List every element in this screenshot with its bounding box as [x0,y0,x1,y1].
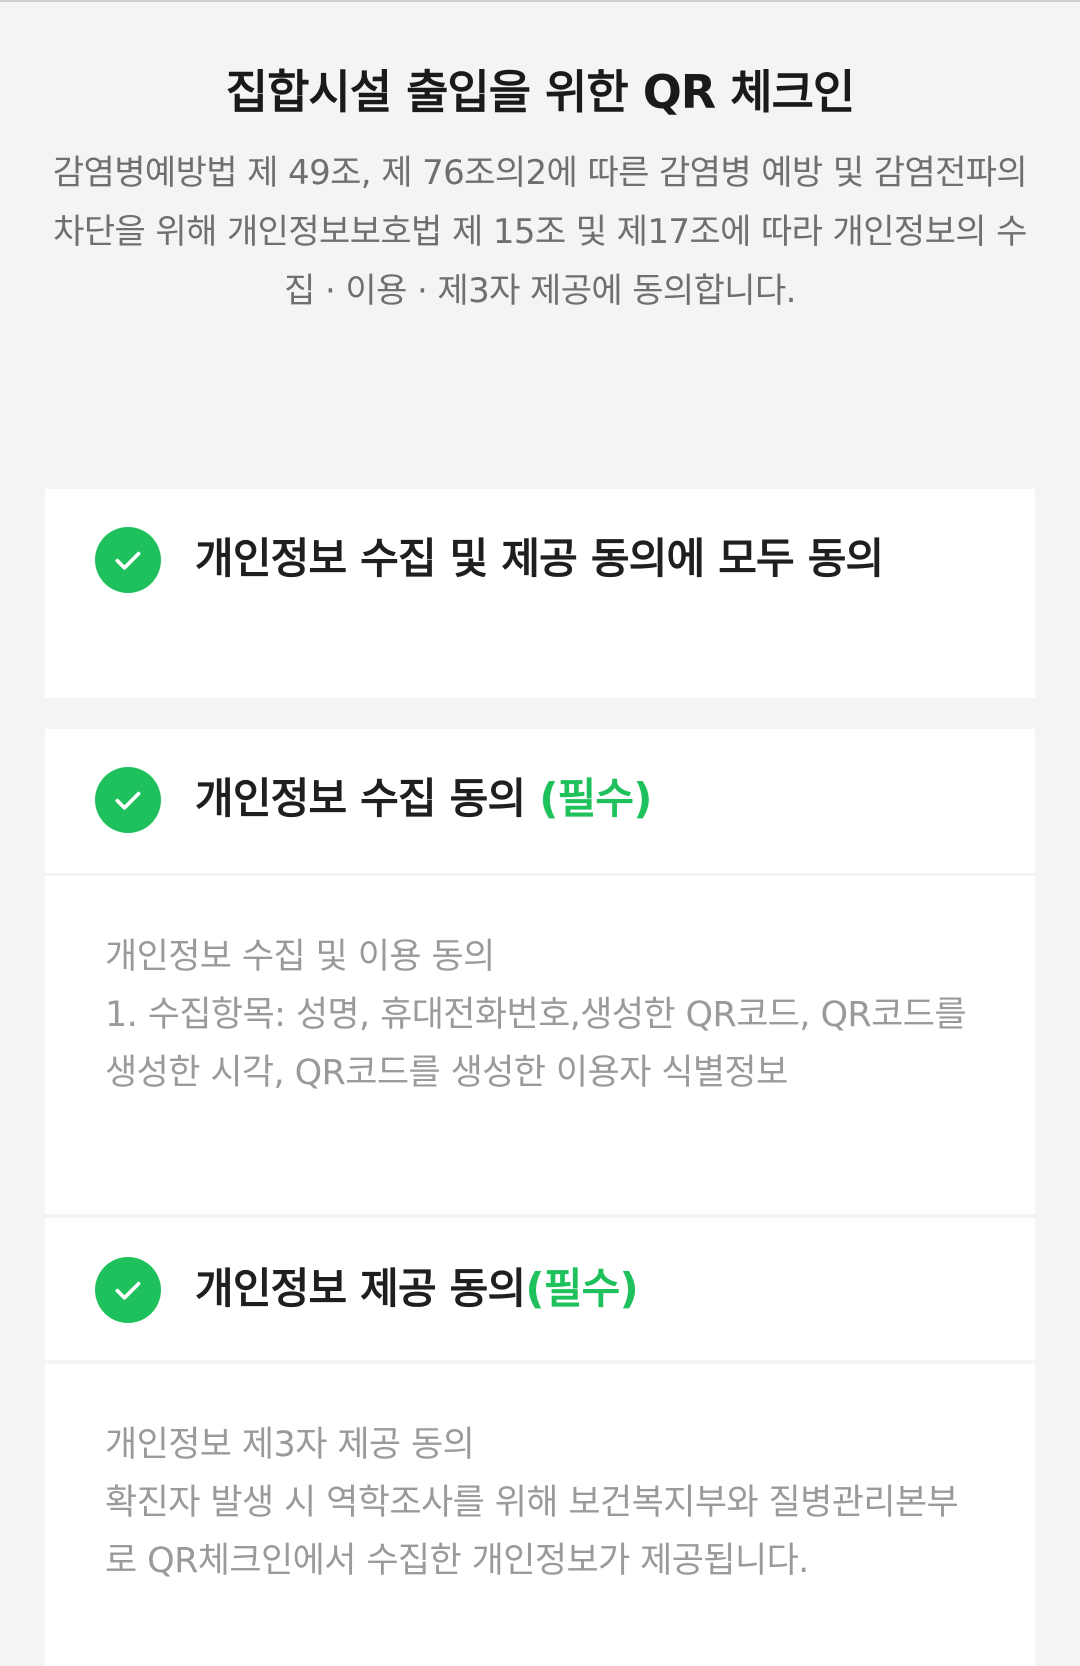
intro-text: 감염병예방법 제 49조, 제 76조의2에 따른 감염병 예방 및 감염전파의… [52,153,1028,311]
consent-provide-detail-title: 개인정보 제3자 제공 동의 [105,1425,475,1465]
check-circle-icon[interactable] [95,1257,161,1323]
required-badge: (필수) [525,1264,638,1313]
consent-collect-detail-body: 1. 수집항목: 성명, 휴대전화번호,생성한 QR코드, QR코드를 생성한 … [105,995,967,1093]
consent-provide-detail-text: 개인정보 제3자 제공 동의 확진자 발생 시 역학조사를 위해 보건복지부와 … [45,1364,1035,1590]
check-circle-icon[interactable] [95,767,161,833]
required-badge: (필수) [539,774,652,823]
consent-provide-row[interactable]: 개인정보 제공 동의(필수) [45,1257,1035,1323]
agree-all-card[interactable]: 개인정보 수집 및 제공 동의에 모두 동의 [45,489,1035,698]
consent-collect-card[interactable]: 개인정보 수집 동의 (필수) [45,729,1035,873]
consent-collect-detail: 개인정보 수집 및 이용 동의 1. 수집항목: 성명, 휴대전화번호,생성한 … [45,876,1035,1214]
page-title: 집합시설 출입을 위한 QR 체크인 [225,65,855,119]
consent-provide-label-text: 개인정보 제공 동의 [195,1264,526,1313]
consent-provide-detail-body: 확진자 발생 시 역학조사를 위해 보건복지부와 질병관리본부로 QR체크인에서… [105,1483,959,1581]
consent-collect-label-text: 개인정보 수집 동의 [195,774,540,823]
consent-collect-row[interactable]: 개인정보 수집 동의 (필수) [45,767,1035,833]
agree-all-row[interactable]: 개인정보 수집 및 제공 동의에 모두 동의 [45,527,1035,593]
check-circle-icon[interactable] [95,527,161,593]
consent-collect-detail-text: 개인정보 수집 및 이용 동의 1. 수집항목: 성명, 휴대전화번호,생성한 … [45,876,1035,1102]
consent-collect-label: 개인정보 수집 동의 (필수) [195,767,652,831]
consent-provide-card[interactable]: 개인정보 제공 동의(필수) [45,1218,1035,1360]
agree-all-label: 개인정보 수집 및 제공 동의에 모두 동의 [195,534,884,583]
consent-provide-detail: 개인정보 제3자 제공 동의 확진자 발생 시 역학조사를 위해 보건복지부와 … [45,1364,1035,1666]
consent-collect-detail-title: 개인정보 수집 및 이용 동의 [105,937,495,977]
qr-checkin-consent-page: 집합시설 출입을 위한 QR 체크인 감염병예방법 제 49조, 제 76조의2… [0,0,1080,1666]
consent-provide-label: 개인정보 제공 동의(필수) [195,1257,639,1321]
